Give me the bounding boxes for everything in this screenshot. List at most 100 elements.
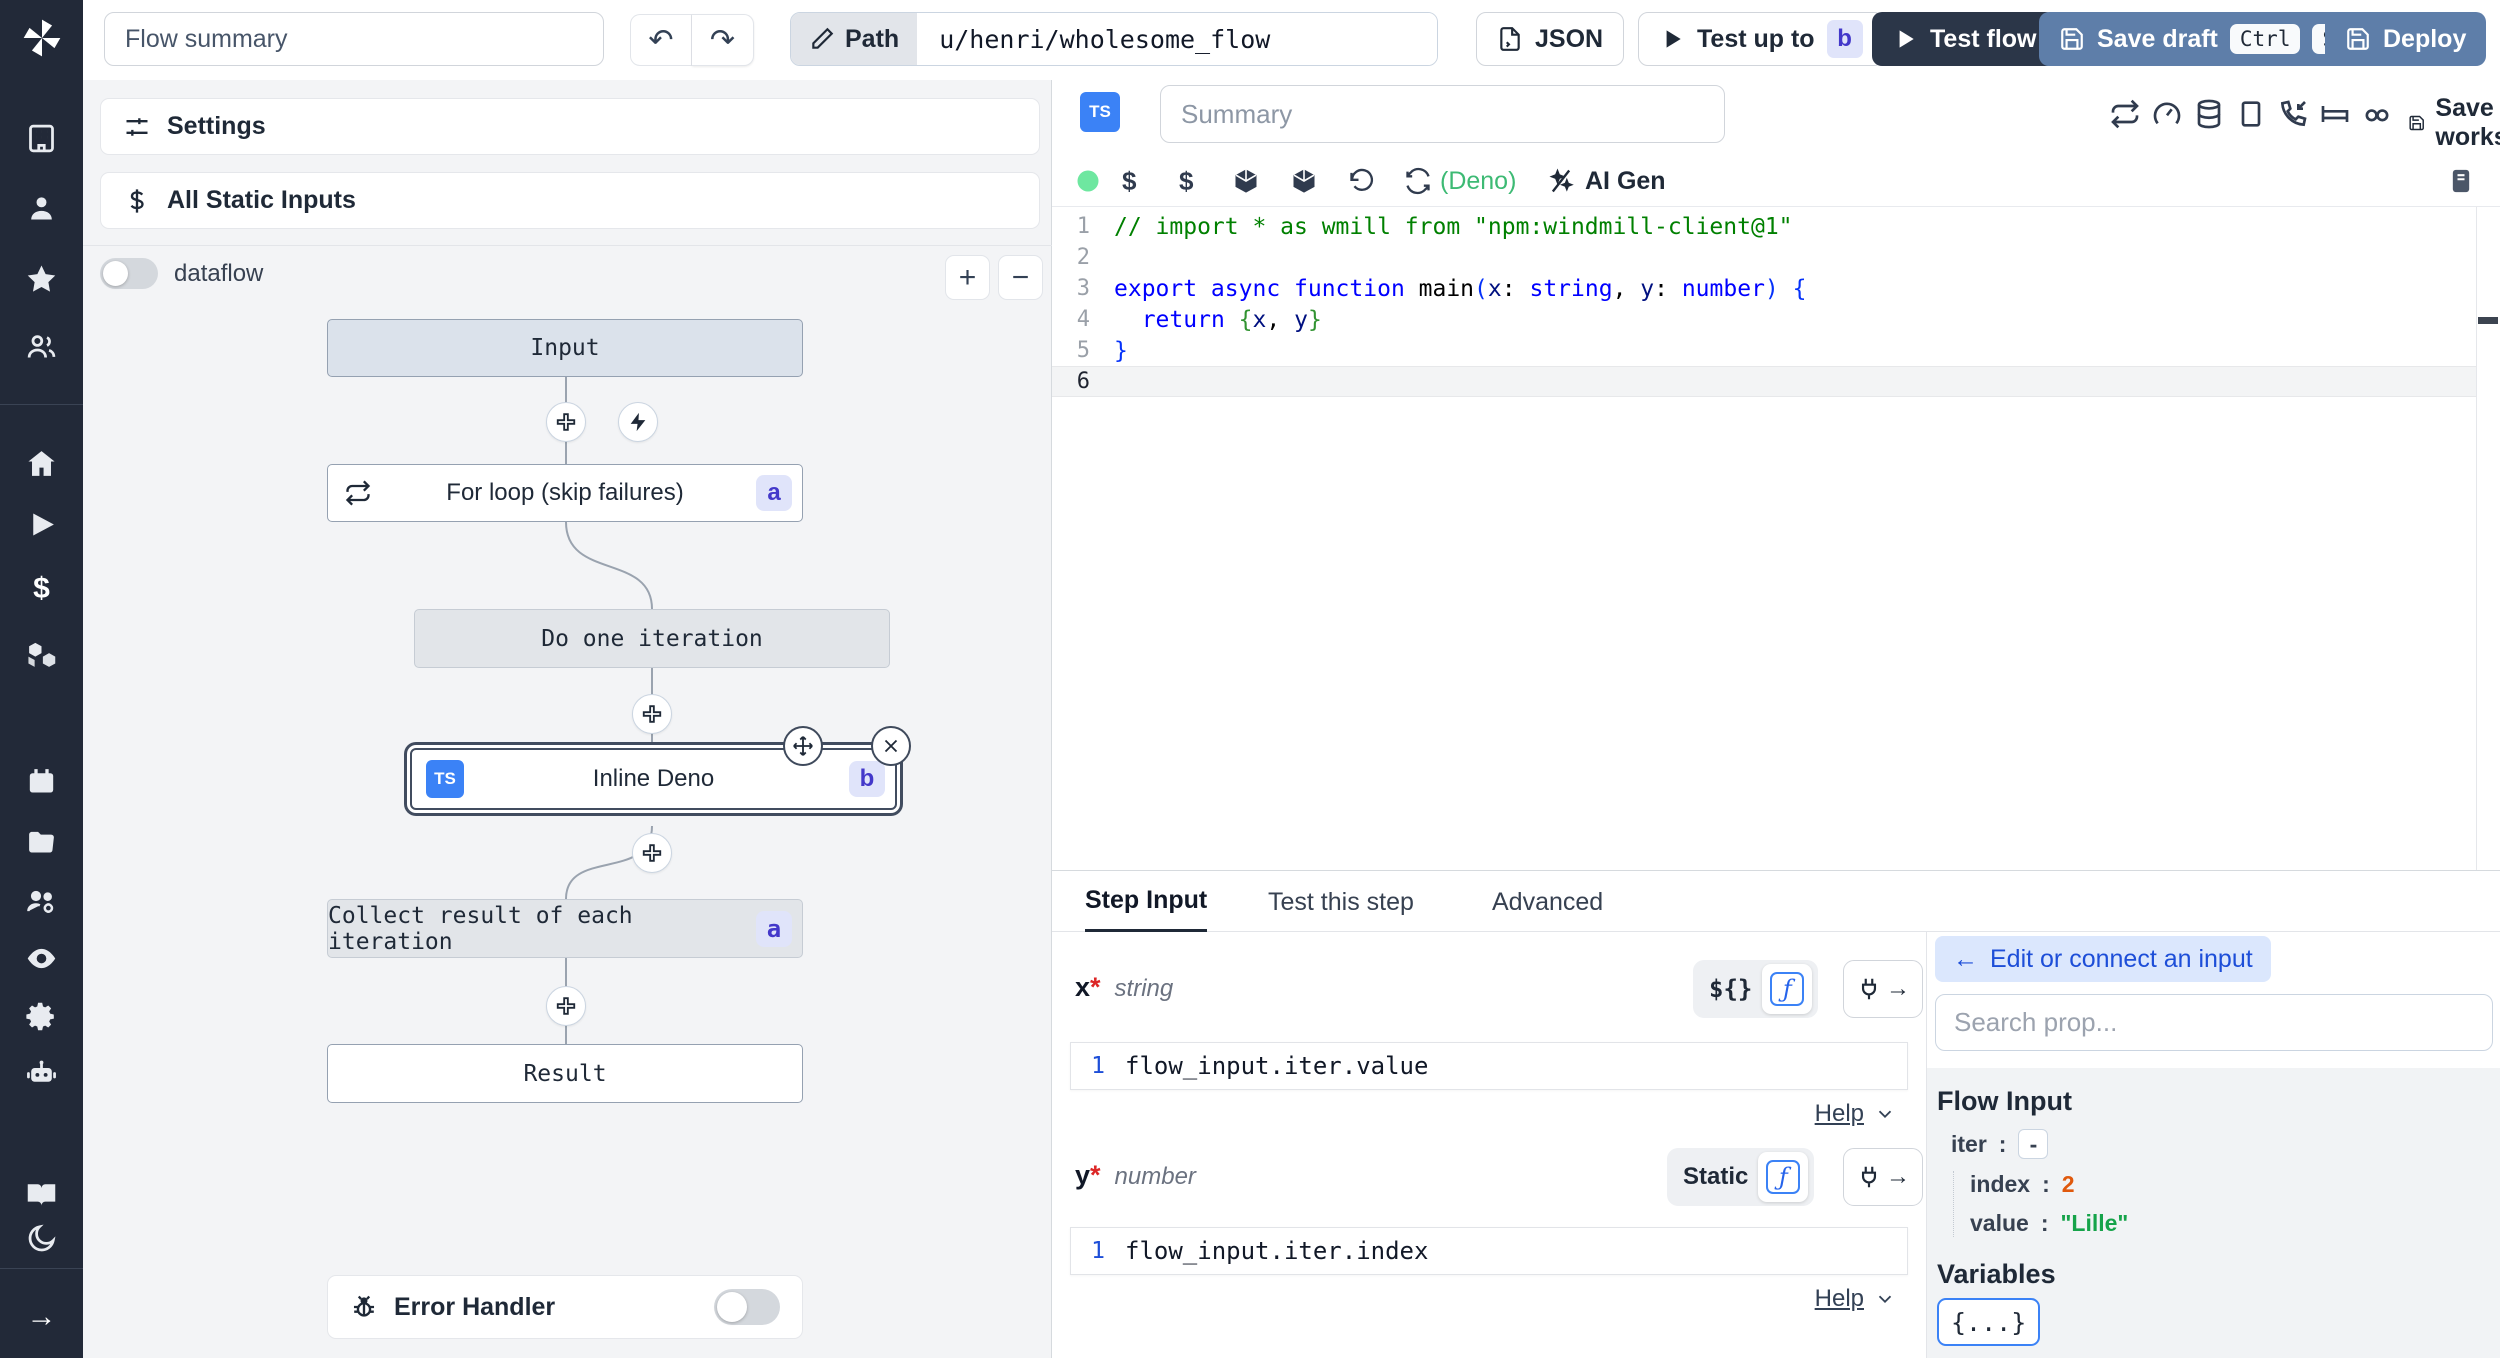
dark-mode-moon-icon[interactable] <box>25 1222 58 1255</box>
test-up-to-button[interactable]: Test up to b <box>1638 12 1884 66</box>
arg-x-mode-toggle[interactable]: ${} ƒ <box>1693 960 1819 1018</box>
groups-gear-icon[interactable] <box>25 885 58 918</box>
undo-button[interactable]: ↶ <box>630 14 692 66</box>
workspace-icon[interactable] <box>25 122 58 155</box>
users-icon[interactable] <box>25 330 58 363</box>
resource-picker-icon[interactable]: $ <box>1179 162 1193 200</box>
insert-step-button[interactable] <box>546 402 586 442</box>
arg-y-mode-toggle[interactable]: Static ƒ <box>1667 1148 1815 1206</box>
code-line[interactable]: 3 export async function main(x: string, y… <box>1052 273 2500 304</box>
home-icon[interactable] <box>25 447 58 480</box>
save-to-workspace-button[interactable]: Save to workspace <box>2408 94 2500 152</box>
star-icon[interactable] <box>25 262 58 295</box>
suspend-phone-icon[interactable] <box>2273 94 2313 134</box>
code-editor[interactable]: 1// import * as wmill from "npm:windmill… <box>1052 207 2500 870</box>
javascript-editor-button[interactable]: ƒ <box>1758 1152 1809 1202</box>
arg-y-help-link[interactable]: Help <box>1815 1285 1896 1313</box>
undo-icon: ↶ <box>648 23 674 57</box>
runs-play-icon[interactable] <box>25 508 58 541</box>
delete-step-button[interactable] <box>871 726 911 766</box>
expand-arrow-right-icon[interactable]: → <box>25 1300 58 1333</box>
docs-book-icon[interactable] <box>25 1178 58 1211</box>
prop-row-iter[interactable]: iter : - <box>1951 1129 2500 1159</box>
insert-step-button[interactable] <box>632 694 672 734</box>
variables-dollar-icon[interactable]: $ <box>25 572 58 605</box>
folders-icon[interactable] <box>25 825 58 858</box>
deploy-button[interactable]: Deploy <box>2325 12 2487 66</box>
input-node-label: Input <box>530 335 600 361</box>
path-chip[interactable]: Path u/henri/wholesome_flow <box>790 12 1439 66</box>
variables-object-button[interactable]: {...} <box>1937 1298 2041 1346</box>
flow-node-forloop[interactable]: For loop (skip failures) a <box>327 464 803 522</box>
flow-node-collect[interactable]: Collect result of each iteration a <box>327 899 803 958</box>
prop-search-input[interactable] <box>1935 994 2493 1051</box>
script-docs-book-icon[interactable] <box>2447 162 2475 200</box>
code-line[interactable]: 4 return {x, y} <box>1052 304 2500 335</box>
javascript-editor-button[interactable]: ƒ <box>1762 964 1813 1014</box>
runtime-selector[interactable]: (Deno) <box>1404 162 1516 200</box>
move-step-button[interactable] <box>783 726 823 766</box>
tab-test-this-step[interactable]: Test this step <box>1268 871 1414 933</box>
json-button[interactable]: JSON <box>1476 12 1625 66</box>
arg-y-expr-editor[interactable]: 1 flow_input.iter.index <box>1070 1227 1908 1275</box>
iteration-node-label: Do one iteration <box>541 625 763 652</box>
mock-tape-icon[interactable] <box>2357 94 2397 134</box>
code-line[interactable]: 5} <box>1052 335 2500 366</box>
ai-gen-button[interactable]: AI Gen <box>1547 162 1666 200</box>
reset-rotate-icon[interactable] <box>1348 162 1376 200</box>
save-draft-button[interactable]: Save draft Ctrl S <box>2039 12 2366 66</box>
cache-database-icon[interactable] <box>2189 94 2229 134</box>
flow-settings-button[interactable]: Settings <box>100 98 1040 155</box>
flow-summary-input[interactable] <box>104 12 604 66</box>
test-flow-button[interactable]: Test flow <box>1872 12 2057 66</box>
step-summary-input[interactable] <box>1160 85 1725 143</box>
error-handler-row[interactable]: Error Handler <box>327 1275 803 1339</box>
zoom-in-button[interactable]: + <box>945 255 990 300</box>
arg-x-connect-button[interactable]: → <box>1843 960 1923 1018</box>
insert-step-button[interactable] <box>546 986 586 1026</box>
arg-x-help-link[interactable]: Help <box>1815 1100 1896 1128</box>
error-handler-toggle[interactable] <box>714 1289 780 1325</box>
variable-picker-icon[interactable]: $ <box>1122 162 1136 200</box>
code-line[interactable]: 2 <box>1052 242 2500 273</box>
save-draft-label: Save draft <box>2097 24 2218 53</box>
arg-y-connect-button[interactable]: → <box>1843 1148 1923 1206</box>
tab-advanced[interactable]: Advanced <box>1492 871 1603 933</box>
edit-or-connect-button[interactable]: ← Edit or connect an input <box>1935 936 2271 982</box>
collapse-button[interactable]: - <box>2018 1129 2049 1159</box>
cube-icon[interactable] <box>1232 162 1260 200</box>
tab-step-input[interactable]: Step Input <box>1085 871 1208 933</box>
zoom-out-button[interactable]: − <box>998 255 1043 300</box>
robot-icon[interactable] <box>25 1057 58 1090</box>
arg-x-expr-editor[interactable]: 1 flow_input.iter.value <box>1070 1042 1908 1090</box>
prop-row-value[interactable]: value : "Lille" <box>1970 1210 2500 1237</box>
dataflow-toggle[interactable] <box>100 258 158 289</box>
sidebar-divider <box>0 1268 83 1269</box>
early-stop-square-icon[interactable] <box>2231 94 2271 134</box>
editor-overview-ruler[interactable] <box>2476 207 2500 870</box>
prop-row-index[interactable]: index : 2 <box>1970 1171 2500 1198</box>
sleep-bed-icon[interactable] <box>2315 94 2355 134</box>
flow-node-iteration[interactable]: Do one iteration <box>414 609 890 668</box>
cube-icon[interactable] <box>1290 162 1318 200</box>
flow-node-inline-deno[interactable]: TS Inline Deno b <box>410 726 911 810</box>
code-line[interactable]: 1// import * as wmill from "npm:windmill… <box>1052 211 2500 242</box>
settings-gear-icon[interactable] <box>25 1000 58 1033</box>
insert-step-button[interactable] <box>632 833 672 873</box>
plus-icon <box>556 413 576 431</box>
code-line[interactable]: 6 <box>1052 366 2500 397</box>
flow-node-input[interactable]: Input <box>327 319 803 377</box>
redo-button[interactable]: ↷ <box>692 14 754 66</box>
all-static-inputs-button[interactable]: All Static Inputs <box>100 172 1040 229</box>
windmill-logo-icon[interactable] <box>20 16 64 60</box>
schedules-calendar-icon[interactable] <box>25 765 58 798</box>
gauge-icon[interactable] <box>2147 94 2187 134</box>
retry-icon[interactable] <box>2105 94 2145 134</box>
add-trigger-button[interactable] <box>618 402 658 442</box>
inline-deno-step-badge: b <box>849 761 885 797</box>
audit-eye-icon[interactable] <box>25 942 58 975</box>
flow-node-result[interactable]: Result <box>327 1044 803 1103</box>
user-icon[interactable] <box>25 192 58 225</box>
resources-boxes-icon[interactable] <box>25 638 58 671</box>
path-value[interactable]: u/henri/wholesome_flow <box>917 13 1438 65</box>
